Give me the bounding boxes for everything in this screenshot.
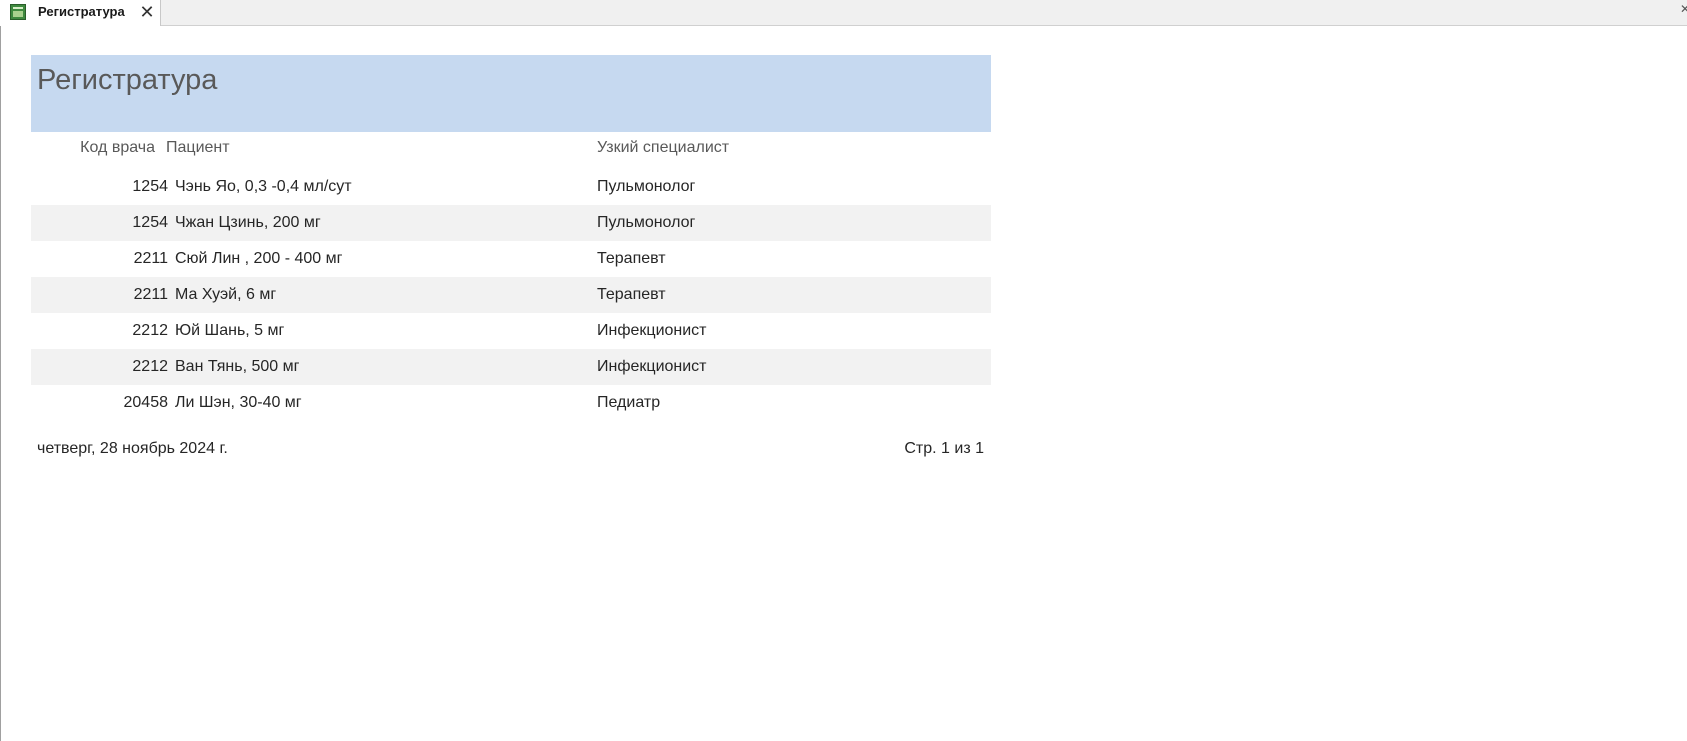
cell-specialist: Инфекционист [597, 322, 707, 339]
report-title: Регистратура [37, 64, 218, 96]
document-tab-bar: Регистратура ✕ ✕ [0, 0, 1687, 26]
cell-specialist: Инфекционист [597, 358, 707, 375]
column-header-patient: Пациент [166, 139, 230, 156]
table-row: 2211 Ма Хуэй, 6 мг Терапевт [31, 277, 991, 313]
cell-code: 20458 [123, 394, 169, 411]
window-edge-close-icon[interactable]: ✕ [1680, 2, 1687, 16]
cell-patient: Ван Тянь, 500 мг [175, 358, 300, 375]
report-header: Регистратура [31, 55, 991, 132]
report-date: четверг, 28 ноябрь 2024 г. [37, 440, 228, 457]
cell-specialist: Терапевт [597, 250, 666, 267]
page-number: Стр. 1 из 1 [904, 440, 984, 457]
cell-specialist: Терапевт [597, 286, 666, 303]
column-header-specialist: Узкий специалист [597, 139, 730, 156]
cell-patient: Ма Хуэй, 6 мг [175, 286, 277, 303]
report-rows: 1254 Чэнь Яо, 0,3 -0,4 мл/сут Пульмоноло… [31, 169, 991, 421]
cell-code: 1254 [132, 178, 168, 195]
tab-title: Регистратура [38, 4, 125, 19]
close-icon[interactable]: ✕ [137, 1, 157, 23]
cell-code: 2212 [132, 358, 168, 375]
cell-specialist: Пульмонолог [597, 178, 696, 195]
cell-code: 2212 [132, 322, 168, 339]
table-row: 1254 Чжан Цзинь, 200 мг Пульмонолог [31, 205, 991, 241]
cell-code: 2211 [133, 250, 168, 267]
tab-registratura[interactable]: Регистратура ✕ [0, 0, 161, 26]
cell-code: 1254 [132, 214, 168, 231]
table-row: 2212 Ван Тянь, 500 мг Инфекционист [31, 349, 991, 385]
column-header-code: Код врача [80, 139, 155, 156]
cell-code: 2211 [133, 286, 168, 303]
cell-patient: Юй Шань, 5 мг [175, 322, 285, 339]
cell-patient: Сюй Лин , 200 - 400 мг [175, 250, 343, 267]
cell-specialist: Педиатр [597, 394, 661, 411]
cell-specialist: Пульмонолог [597, 214, 696, 231]
report-icon [10, 4, 26, 20]
table-row: 20458 Ли Шэн, 30-40 мг Педиатр [31, 385, 991, 421]
cell-patient: Чэнь Яо, 0,3 -0,4 мл/сут [175, 178, 352, 195]
table-row: 2212 Юй Шань, 5 мг Инфекционист [31, 313, 991, 349]
cell-patient: Ли Шэн, 30-40 мг [175, 394, 302, 411]
table-row: 1254 Чэнь Яо, 0,3 -0,4 мл/сут Пульмоноло… [31, 169, 991, 205]
cell-patient: Чжан Цзинь, 200 мг [175, 214, 321, 231]
table-row: 2211 Сюй Лин , 200 - 400 мг Терапевт [31, 241, 991, 277]
